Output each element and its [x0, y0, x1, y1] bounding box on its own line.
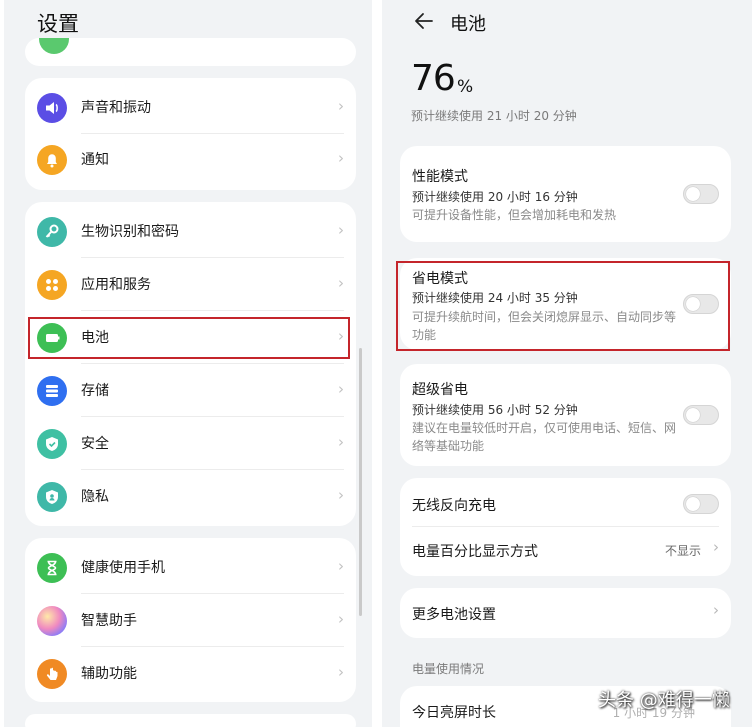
- wireless-reverse-label: 无线反向充电: [412, 498, 496, 514]
- key-icon: [37, 217, 67, 247]
- sidebar-item-biometrics[interactable]: 生物识别和密码 ›: [25, 206, 356, 258]
- sidebar-item-label: 安全: [81, 436, 109, 452]
- chevron-right-icon: ›: [338, 274, 344, 292]
- divider: [412, 526, 719, 527]
- super-saving-estimate: 预计继续使用 56 小时 52 分钟: [412, 403, 578, 417]
- divider: [81, 257, 344, 258]
- super-saving-card[interactable]: 超级省电 预计继续使用 56 小时 52 分钟 建议在电量较低时开启，仅可使用电…: [400, 364, 731, 466]
- super-saving-title: 超级省电: [412, 382, 468, 398]
- divider: [81, 646, 344, 647]
- back-arrow-icon[interactable]: [412, 9, 436, 33]
- hand-icon: [37, 659, 67, 689]
- sidebar-item-label: 辅助功能: [81, 666, 137, 682]
- sidebar-item-notifications[interactable]: 通知 ›: [25, 134, 356, 186]
- sidebar-item-digital-balance[interactable]: 健康使用手机 ›: [25, 542, 356, 594]
- divider: [81, 310, 344, 311]
- performance-mode-toggle[interactable]: [683, 184, 719, 204]
- sidebar-item-label: 生物识别和密码: [81, 224, 179, 240]
- more-battery-settings-card[interactable]: 更多电池设置 ›: [400, 588, 731, 638]
- divider: [81, 593, 344, 594]
- chevron-right-icon: ›: [338, 610, 344, 628]
- toggle-knob: [686, 408, 700, 422]
- super-saving-toggle[interactable]: [683, 405, 719, 425]
- sidebar-item-label: 隐私: [81, 489, 109, 505]
- wireless-reverse-toggle[interactable]: [683, 494, 719, 514]
- performance-mode-title: 性能模式: [412, 169, 468, 185]
- battery-panel: 电池 76 % 预计继续使用 21 小时 20 分钟 性能模式 预计继续使用 2…: [382, 0, 752, 727]
- percent-display-label[interactable]: 电量百分比显示方式: [412, 541, 538, 561]
- settings-group-3: 健康使用手机 › 智慧助手 › 辅助功能 ›: [25, 538, 356, 702]
- highlight-box-power-saving: [396, 261, 730, 351]
- settings-group-2: 生物识别和密码 › 应用和服务 › 电池 › 存储 › 安全 › 隐私 ›: [25, 202, 356, 526]
- hourglass-icon: [37, 553, 67, 583]
- assistant-orb-icon: [37, 606, 67, 636]
- sidebar-item-storage[interactable]: 存储 ›: [25, 365, 356, 417]
- charging-options-card: 无线反向充电 电量百分比显示方式 不显示 ›: [400, 478, 731, 576]
- sidebar-item-label: 存储: [81, 383, 109, 399]
- chevron-right-icon: ›: [338, 486, 344, 504]
- performance-mode-desc: 可提升设备性能，但会增加耗电和发热: [412, 208, 617, 222]
- chevron-right-icon: ›: [338, 149, 344, 167]
- page-title: 设置: [37, 12, 79, 36]
- sidebar-item-security[interactable]: 安全 ›: [25, 418, 356, 470]
- storage-icon: [37, 376, 67, 406]
- super-saving-desc: 建议在电量较低时开启，仅可使用电话、短信、网络等基础功能: [412, 421, 677, 453]
- sidebar-item-assistant[interactable]: 智慧助手 ›: [25, 595, 356, 647]
- highlight-box-battery: [28, 317, 350, 359]
- chevron-right-icon: ›: [338, 221, 344, 239]
- apps-grid-icon: [37, 270, 67, 300]
- toggle-knob: [686, 497, 700, 511]
- sidebar-item-label: 通知: [81, 152, 109, 168]
- sidebar-item-accessibility[interactable]: 辅助功能 ›: [25, 648, 356, 700]
- chevron-right-icon: ›: [338, 557, 344, 575]
- partial-card-top: [25, 38, 356, 66]
- chevron-right-icon: ›: [713, 601, 719, 619]
- sidebar-item-apps[interactable]: 应用和服务 ›: [25, 259, 356, 311]
- bell-icon: [37, 145, 67, 175]
- percent-symbol: %: [457, 77, 474, 97]
- privacy-shield-icon: [37, 482, 67, 512]
- chevron-right-icon: ›: [338, 663, 344, 681]
- sidebar-item-label: 应用和服务: [81, 277, 151, 293]
- performance-mode-card[interactable]: 性能模式 预计继续使用 20 小时 16 分钟 可提升设备性能，但会增加耗电和发…: [400, 146, 731, 242]
- sidebar-item-sound[interactable]: 声音和振动 ›: [25, 82, 356, 134]
- sidebar-item-label: 智慧助手: [81, 613, 137, 629]
- divider: [81, 416, 344, 417]
- battery-estimate: 预计继续使用 21 小时 20 分钟: [411, 109, 577, 123]
- page-title: 电池: [450, 14, 486, 35]
- usage-section-label: 电量使用情况: [412, 662, 485, 676]
- battery-percentage: 76: [411, 58, 456, 99]
- scrollbar[interactable]: [359, 348, 362, 616]
- speaker-icon: [37, 93, 67, 123]
- divider: [81, 363, 344, 364]
- settings-group-1: 声音和振动 › 通知 ›: [25, 78, 356, 190]
- sidebar-item-privacy[interactable]: 隐私 ›: [25, 471, 356, 523]
- partial-card-bottom: [25, 714, 356, 727]
- sidebar-item-label: 健康使用手机: [81, 560, 165, 576]
- partial-icon: [39, 38, 69, 54]
- more-battery-settings-label: 更多电池设置: [412, 607, 496, 623]
- shield-check-icon: [37, 429, 67, 459]
- percent-display-value[interactable]: 不显示: [665, 542, 701, 559]
- screen-time-label: 今日亮屏时长: [412, 705, 496, 721]
- chevron-right-icon: ›: [338, 433, 344, 451]
- watermark: 头条 @难得一懒: [598, 690, 730, 711]
- chevron-right-icon: ›: [713, 538, 719, 556]
- divider: [81, 469, 344, 470]
- toggle-knob: [686, 187, 700, 201]
- settings-panel: 设置 声音和振动 › 通知 › 生物识别和密码 › 应用和服务 › 电池 › 存…: [4, 0, 372, 727]
- chevron-right-icon: ›: [338, 380, 344, 398]
- chevron-right-icon: ›: [338, 97, 344, 115]
- performance-mode-estimate: 预计继续使用 20 小时 16 分钟: [412, 190, 578, 204]
- sidebar-item-label: 声音和振动: [81, 100, 151, 116]
